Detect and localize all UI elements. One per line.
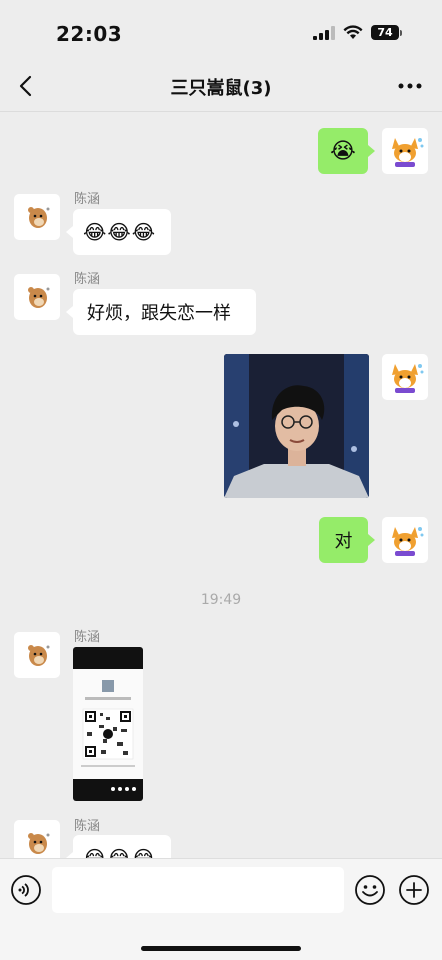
message-text: 好烦，跟失恋一样	[87, 303, 231, 324]
chat-header: 三只嵩鼠(3)	[0, 62, 442, 112]
sender-name: 陈涵	[74, 630, 101, 645]
plus-icon[interactable]	[398, 874, 430, 906]
message-bubble-out[interactable]: 😭	[318, 128, 368, 174]
home-indicator[interactable]	[141, 946, 301, 951]
status-icons: 74	[313, 25, 402, 40]
emoji-face-icon[interactable]	[354, 874, 386, 906]
battery-icon: 74	[371, 25, 402, 40]
status-time: 22:03	[56, 22, 123, 46]
hamster-cartoon-avatar-icon	[28, 207, 50, 228]
message-image[interactable]	[73, 647, 143, 801]
my-avatar[interactable]	[382, 354, 428, 400]
status-bar: 22:03 74	[0, 0, 442, 62]
person-photo-image	[224, 354, 369, 498]
qr-code-screenshot-image	[73, 647, 143, 801]
message-image[interactable]	[224, 354, 369, 498]
chat-title: 三只嵩鼠(3)	[170, 78, 272, 99]
message-text: 😭	[330, 138, 356, 164]
timestamp: 19:49	[200, 592, 242, 608]
message-bubble-in[interactable]: 😂😂😂	[73, 209, 171, 255]
sender-avatar[interactable]	[14, 194, 60, 240]
message-text: 对	[334, 531, 353, 552]
message-bubble-in[interactable]: 😂😂😂	[73, 835, 171, 858]
hamster-cartoon-avatar-icon	[28, 833, 50, 854]
hamster-cartoon-avatar-icon	[28, 645, 50, 666]
sender-avatar[interactable]	[14, 820, 60, 858]
dog-cartoon-avatar-icon	[392, 527, 424, 556]
message-input[interactable]	[52, 867, 344, 913]
message-list[interactable]: 😭 陈涵 😂😂😂 陈涵 好烦，跟失恋一样 对 19:49 陈涵 陈涵 😂😂😂	[0, 112, 442, 858]
signal-icon	[313, 25, 335, 40]
dog-cartoon-avatar-icon	[392, 364, 424, 393]
wifi-icon	[343, 25, 363, 39]
input-bar	[0, 858, 442, 960]
message-bubble-in[interactable]: 好烦，跟失恋一样	[73, 289, 256, 335]
voice-icon[interactable]	[10, 874, 42, 906]
my-avatar[interactable]	[382, 517, 428, 563]
my-avatar[interactable]	[382, 128, 428, 174]
battery-level: 74	[371, 25, 399, 40]
hamster-cartoon-avatar-icon	[28, 287, 50, 308]
sender-avatar[interactable]	[14, 632, 60, 678]
sender-name: 陈涵	[74, 819, 101, 834]
message-text: 😂😂😂	[83, 220, 157, 244]
sender-name: 陈涵	[74, 192, 101, 207]
message-bubble-out[interactable]: 对	[319, 517, 368, 563]
sender-name: 陈涵	[74, 272, 101, 287]
message-text: 😂😂😂	[83, 846, 157, 858]
sender-avatar[interactable]	[14, 274, 60, 320]
more-dots-icon[interactable]	[396, 72, 424, 100]
dog-cartoon-avatar-icon	[392, 138, 424, 167]
